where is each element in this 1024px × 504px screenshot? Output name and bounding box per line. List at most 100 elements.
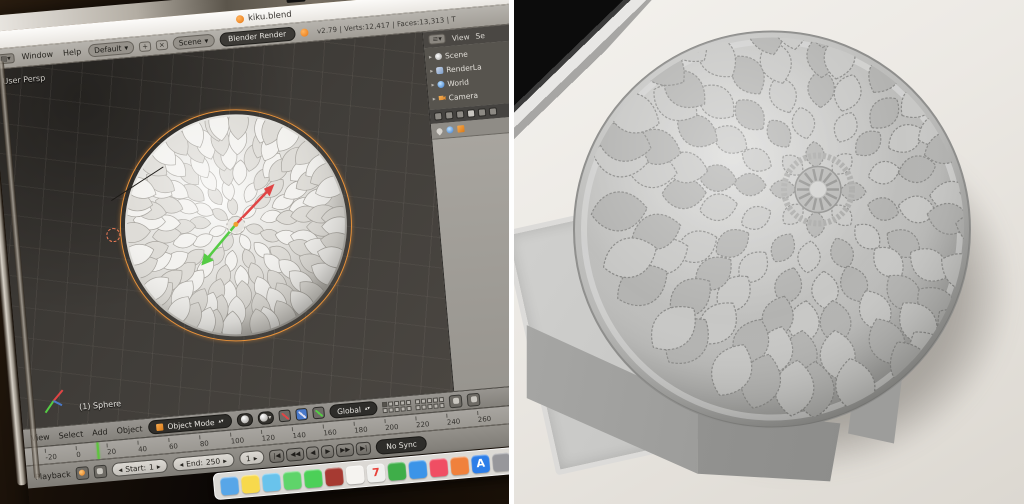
viewport-menu-item[interactable]: Select [57,429,84,440]
transport-button[interactable]: ▶ [321,444,335,458]
dock-app-icon[interactable] [283,470,303,490]
viewport-menu-item[interactable]: Add [91,427,109,437]
playback-menu[interactable]: Playback [35,469,71,481]
chevron-updown-icon: ▴▾ [365,405,371,411]
dock-app-icon[interactable] [345,465,365,485]
pin-icon[interactable] [435,127,443,135]
dock-app-icon[interactable] [492,452,509,472]
layout-delete-button[interactable]: × [155,39,168,50]
object-tab-icon[interactable] [478,108,487,117]
outliner-menu-view[interactable]: View [451,32,470,43]
frame-end-field[interactable]: ◂ End: 250 ▸ [172,452,235,471]
stepper-right-icon[interactable]: ▸ [223,456,228,465]
stepper-left-icon[interactable]: ◂ [179,459,184,468]
viewport-menu-item[interactable]: Object [115,424,144,435]
info-menu-item[interactable]: Help [61,47,84,58]
outliner-item-icon [438,94,446,102]
render-tab-icon[interactable] [434,112,443,121]
composite-photo: WD kiku.blend ▤▾ WindowHelp Default▾ [0,0,1024,504]
dock-app-icon[interactable]: A [471,454,491,474]
transport-button[interactable]: ▶▶ [336,442,355,457]
dock-app-icon[interactable] [387,461,407,481]
manipulator-scale-toggle[interactable] [312,406,325,419]
stepper-right-icon[interactable]: ▸ [156,461,161,470]
ruler-tick: 120 [261,427,293,443]
modifier-tab-icon[interactable] [467,109,476,118]
outliner-menu-search[interactable]: Se [475,30,485,40]
info-menu-item[interactable]: Window [19,49,55,61]
expand-arrow-icon[interactable]: ▸ [431,81,435,88]
manipulator-translate-toggle[interactable] [278,409,291,422]
stepper-right-icon[interactable]: ▸ [253,453,258,462]
blender-logo-icon [300,28,309,37]
pivot-selector[interactable]: ▾ [257,410,274,424]
object-mode-cube-icon [156,423,164,431]
ruler-tick: 80 [199,433,231,449]
layout-add-button[interactable]: + [139,41,152,52]
transport-button[interactable]: ◀◀ [286,447,305,462]
layout-selector[interactable]: Default▾ [88,41,135,58]
render-preview-button[interactable] [467,392,481,406]
dock-app-icon[interactable] [324,466,344,486]
dock-app-icon[interactable] [262,472,282,492]
playback-lock-icon[interactable] [93,464,107,478]
expand-arrow-icon[interactable]: ▸ [432,95,436,102]
chrysanthemum-mesh [112,102,359,349]
ruler-tick: 60 [168,435,200,451]
editor-type-icon[interactable]: ≡▾ [428,33,446,44]
ruler-tick: 140 [292,425,324,441]
outliner-tree: ▸ Scene ▸ RenderLa [424,38,509,110]
chevron-updown-icon: ▴▾ [218,418,224,424]
chevron-down-icon: ▾ [124,43,129,52]
window-title: kiku.blend [248,9,293,23]
manipulator-rotate-toggle[interactable] [295,408,308,421]
chevron-down-icon: ▾ [204,36,209,45]
expand-arrow-icon[interactable]: ▸ [430,67,434,74]
snap-magnet-toggle[interactable] [449,394,463,408]
expand-arrow-icon[interactable]: ▸ [429,53,433,60]
stepper-left-icon[interactable]: ◂ [118,465,123,474]
av-sync-selector[interactable]: No Sync [376,435,428,454]
wd-status-icon[interactable]: WD [286,0,305,3]
outliner-item-icon [435,52,443,60]
printed-object-photo [514,0,1024,504]
ruler-tick: 240 [446,411,478,427]
transport-button[interactable]: ◀ [306,445,320,459]
frame-start-field[interactable]: ◂ Start: 1 ▸ [111,458,168,477]
scene-tab-icon[interactable] [445,111,454,120]
dock-app-icon[interactable] [450,456,470,476]
viewport-3d[interactable]: User Persp [0,32,453,428]
world-tab-icon[interactable] [456,110,465,119]
dock-app-icon[interactable] [241,474,261,494]
orientation-selector[interactable]: Global ▴▾ [328,401,378,419]
object-cube-icon [457,125,465,133]
dock-app-icon[interactable] [304,468,324,488]
playback-clock-icon[interactable] [75,466,89,480]
outliner-item-icon [437,80,445,88]
ruler-tick: 200 [384,416,416,432]
laptop-photo: WD kiku.blend ▤▾ WindowHelp Default▾ [0,0,509,504]
ruler-tick: 260 [477,408,509,424]
ruler-tick: 100 [230,430,262,446]
ruler-tick: 160 [323,422,355,438]
ruler-tick: 20 [106,441,138,457]
scene-selector[interactable]: Scene▾ [172,34,215,51]
layer-buttons[interactable] [382,396,445,412]
dock-app-icon[interactable] [408,459,428,479]
dock-app-icon[interactable] [429,457,449,477]
printed-dome [566,26,978,434]
blender-app-icon [236,14,245,23]
dock-app-icon[interactable] [220,476,240,496]
transport-button[interactable]: |◀ [269,449,285,463]
photo-divider [509,0,514,504]
viewport-shading-selector[interactable] [236,412,253,426]
dock-app-icon[interactable]: 7 [366,463,386,483]
material-tab-icon[interactable] [489,107,498,116]
ruler-tick: -20 [45,446,77,462]
ruler-tick: 40 [137,438,169,454]
axis-mini-widget [35,383,72,420]
current-frame-field[interactable]: 1 ▸ [238,450,265,466]
chrysanthemum-model[interactable] [110,100,361,351]
data-icon [446,126,454,134]
transport-button[interactable]: ▶| [356,441,372,455]
